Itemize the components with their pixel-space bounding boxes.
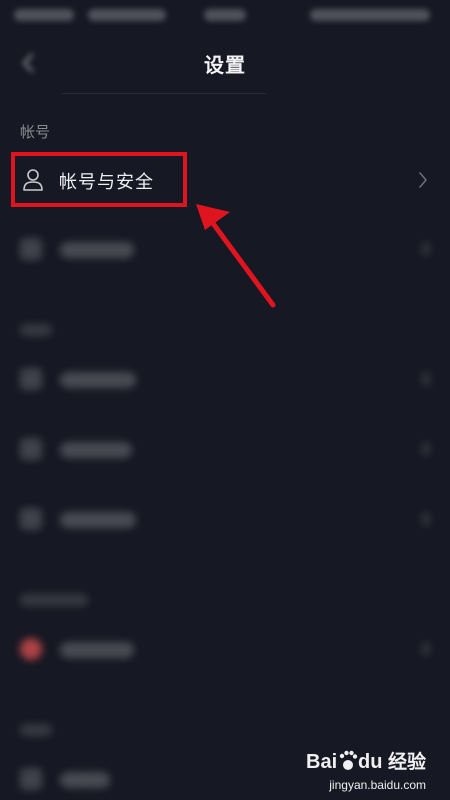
status-battery [310,9,430,21]
blurred-settings-list [0,220,450,800]
blurred-item-label [60,242,134,258]
blurred-section-label [20,324,52,336]
blurred-section-label [20,594,88,606]
blurred-section-label [20,724,52,736]
blurred-item-icon [20,238,42,260]
blurred-item-icon [20,638,42,660]
blurred-item-label [60,442,132,458]
blurred-item-icon [20,368,42,390]
status-bar [0,0,450,32]
blurred-item-icon [20,768,42,790]
blurred-chevron [422,242,430,256]
section-label-account: 帐号 [20,123,51,141]
status-network [88,9,166,21]
blurred-chevron [422,442,430,456]
blurred-chevron [422,372,430,386]
top-nav-bar: 设置 [0,32,450,94]
annotation-highlight-box [11,152,187,207]
blurred-item-icon [20,438,42,460]
page-title: 设置 [204,53,246,77]
blurred-item-label [60,512,136,528]
baidu-logo-icon: Bai du [306,750,382,773]
blurred-item-icon [20,508,42,530]
watermark-domain: jingyan.baidu.com [329,778,426,792]
status-time [204,9,246,21]
chevron-right-icon [419,172,427,188]
blurred-item-label [60,642,134,658]
watermark-text: 经验 [387,750,426,773]
blurred-chevron [422,512,430,526]
blurred-chevron [422,642,430,656]
watermark: Bai du 经验 jingyan.baidu.com [306,743,426,793]
svg-text:du: du [358,751,382,773]
svg-text:Bai: Bai [306,751,337,773]
header-divider [62,93,266,94]
blurred-item-label [60,372,136,388]
status-signal [14,9,74,21]
blurred-item-label [60,772,110,788]
